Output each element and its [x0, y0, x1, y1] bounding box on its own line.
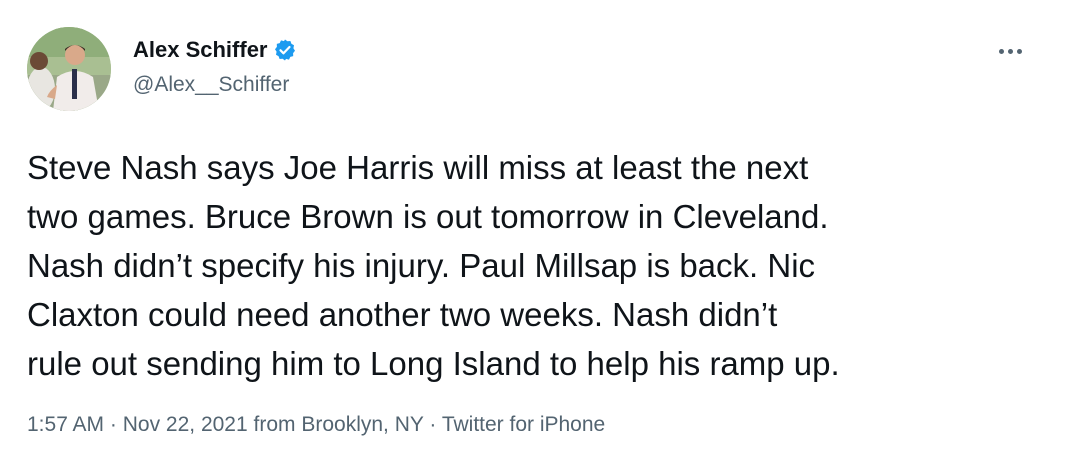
tweet-line: rule out sending him to Long Island to h… [27, 345, 840, 382]
tweet-line: Nash didn’t specify his injury. Paul Mil… [27, 247, 816, 284]
author-display-name[interactable]: Alex Schiffer [133, 36, 268, 64]
meta-from: from [247, 413, 302, 436]
tweet-line: Claxton could need another two weeks. Na… [27, 296, 778, 333]
avatar[interactable] [27, 27, 111, 111]
author-name-row: Alex Schiffer [133, 35, 297, 65]
tweet-line: Steve Nash says Joe Harris will miss at … [27, 149, 809, 186]
tweet-meta: 1:57 AM · Nov 22, 2021 from Brooklyn, NY… [27, 410, 605, 440]
tweet-source-link[interactable]: Twitter for iPhone [442, 413, 605, 436]
tweet-card: Alex Schiffer @Alex__Schiffer Steve Nash… [0, 0, 1080, 458]
tweet-time-link[interactable]: 1:57 AM [27, 413, 104, 436]
tweet-date-link[interactable]: Nov 22, 2021 [123, 413, 248, 436]
more-options-icon [998, 48, 1022, 54]
more-options-button[interactable] [990, 36, 1030, 66]
tweet-location-link[interactable]: Brooklyn, NY [301, 413, 423, 436]
tweet-text: Steve Nash says Joe Harris will miss at … [27, 143, 1037, 388]
meta-separator: · [104, 413, 123, 436]
verified-badge-icon [273, 38, 297, 62]
author-handle[interactable]: @Alex__Schiffer [133, 71, 289, 99]
meta-separator: · [423, 413, 442, 436]
profile-photo [27, 27, 111, 111]
tweet-line: two games. Bruce Brown is out tomorrow i… [27, 198, 829, 235]
